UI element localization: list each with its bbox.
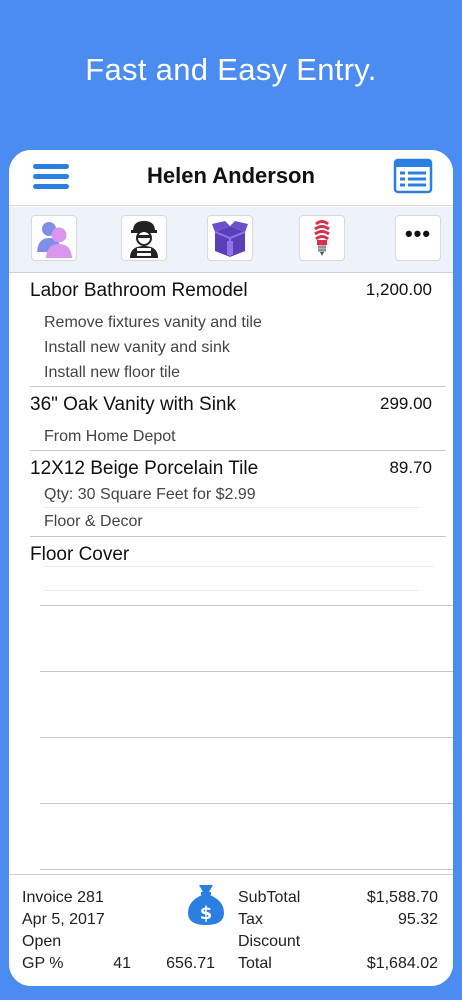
tax-label: Tax <box>238 911 263 928</box>
item-amount: 89.70 <box>389 458 432 477</box>
empty-row-divider <box>40 737 453 738</box>
item-title: 36" Oak Vanity with Sink <box>30 394 236 415</box>
item-note: Floor & Decor <box>44 513 143 530</box>
box-icon <box>212 221 248 257</box>
gp-percent: 41 <box>113 955 131 972</box>
worker-icon <box>130 221 158 258</box>
item-note: Install new floor tile <box>44 364 181 381</box>
customers-icon <box>37 222 72 258</box>
promo-headline: Fast and Easy Entry. <box>85 52 377 87</box>
empty-row-divider <box>40 803 453 804</box>
list-view-icon <box>393 158 433 194</box>
tax-value: 95.32 <box>397 911 438 928</box>
toolbar: ••• <box>9 207 453 273</box>
payment-button[interactable]: $ <box>185 881 227 927</box>
subtotal-label: SubTotal <box>238 889 301 906</box>
empty-row-divider <box>40 605 453 606</box>
worker-button[interactable] <box>121 215 167 261</box>
item-amount: 1,200.00 <box>365 280 432 299</box>
invoice-summary: Invoice 281 Apr 5, 2017 Open GP % 41 656… <box>9 874 453 986</box>
light-bulb-icon <box>314 220 330 256</box>
page-title: Helen Anderson <box>147 163 315 188</box>
gp-label: GP % <box>22 955 64 972</box>
more-button[interactable]: ••• <box>395 215 441 261</box>
customers-button[interactable] <box>31 215 77 261</box>
item-divider <box>30 450 446 451</box>
gp-amount: 656.71 <box>166 955 215 972</box>
svg-text:$: $ <box>200 903 213 924</box>
invoice-number: Invoice 281 <box>22 889 104 906</box>
app-screen: Helen Anderson ••• Labor Bathroom Remode… <box>9 150 453 986</box>
invoice-status: Open <box>22 933 62 950</box>
supplies-button[interactable] <box>299 215 345 261</box>
subtotal-value: $1,588.70 <box>366 889 438 906</box>
nav-bar: Helen Anderson <box>9 150 453 206</box>
item-note: Qty: 30 Square Feet for $2.99 <box>44 486 256 503</box>
item-title: 12X12 Beige Porcelain Tile <box>30 458 259 479</box>
item-note: Remove fixtures vanity and tile <box>44 314 262 331</box>
invoice-list-button[interactable] <box>393 158 433 194</box>
total-label: Total <box>238 955 272 972</box>
item-note: Install new vanity and sink <box>44 339 230 356</box>
empty-row-divider <box>40 671 453 672</box>
more-icon: ••• <box>404 221 432 246</box>
item-title: Labor Bathroom Remodel <box>30 280 248 301</box>
item-divider <box>30 536 446 537</box>
invoice-date: Apr 5, 2017 <box>22 911 105 928</box>
materials-button[interactable] <box>207 215 253 261</box>
item-divider <box>30 386 446 387</box>
item-note: From Home Depot <box>44 428 176 445</box>
discount-label: Discount <box>238 933 301 950</box>
total-value: $1,684.02 <box>366 955 438 972</box>
item-amount: 299.00 <box>380 394 432 413</box>
money-bag-icon: $ <box>188 885 224 925</box>
empty-row-divider <box>40 869 453 870</box>
line-items-list[interactable]: Labor Bathroom Remodel 1,200.00 Remove f… <box>9 274 453 874</box>
item-title: Floor Cover <box>30 544 130 565</box>
